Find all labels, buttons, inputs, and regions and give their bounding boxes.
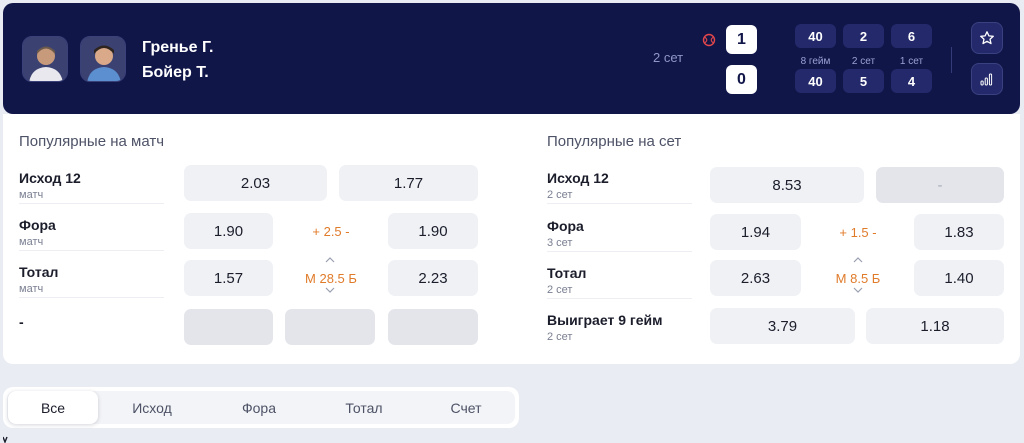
favorite-button[interactable] — [971, 22, 1003, 54]
player2-name: Бойер Т. — [142, 64, 209, 81]
market-sub: матч — [19, 283, 44, 295]
chevron-down-icon[interactable] — [325, 287, 335, 293]
market-sub: 2 сет — [547, 331, 573, 343]
odd-button[interactable]: 1.90 — [388, 213, 478, 249]
odd-button[interactable]: 2.63 — [710, 260, 801, 296]
row-divider — [547, 203, 692, 204]
market-sub: 3 сет — [547, 237, 573, 249]
odd-button[interactable]: 1.40 — [914, 260, 1004, 296]
tab-handicap[interactable]: Фора — [214, 391, 304, 424]
odd-button[interactable]: 1.90 — [184, 213, 273, 249]
set2-games-player2: 5 — [843, 69, 884, 93]
handicap-selector[interactable]: + 2.5 - — [283, 213, 379, 249]
odd-button-empty — [184, 309, 273, 345]
set-score-player1: 1 — [726, 25, 757, 54]
row-divider — [547, 251, 692, 252]
markets-panel: Популярные на матч Исход 12 матч 2.03 1.… — [3, 114, 1020, 364]
odd-button[interactable]: 3.79 — [710, 308, 855, 344]
tab-score[interactable]: Счет — [421, 391, 511, 424]
odd-button[interactable]: 1.77 — [339, 165, 478, 201]
match-header: Гренье Г. Бойер Т. 2 сет 1 0 40 8 гейм 4… — [3, 3, 1020, 114]
odd-button[interactable]: 1.83 — [914, 214, 1004, 250]
tab-outcome[interactable]: Исход — [107, 391, 197, 424]
odd-button[interactable]: 8.53 — [710, 167, 864, 203]
handicap-selector[interactable]: + 1.5 - — [811, 214, 905, 250]
game-label: 8 гейм — [800, 56, 831, 67]
set2-label: 2 сет — [851, 56, 876, 67]
market-label: Фора — [19, 217, 56, 233]
odd-button[interactable]: 2.03 — [184, 165, 327, 201]
stats-button[interactable] — [971, 63, 1003, 95]
market-label: - — [19, 314, 24, 330]
odd-button[interactable]: 1.94 — [710, 214, 801, 250]
tennis-ball-icon — [702, 33, 716, 47]
chevron-down-icon[interactable] — [853, 287, 863, 293]
star-icon — [980, 31, 994, 45]
row-divider — [547, 298, 692, 299]
tab-all[interactable]: Все — [8, 391, 98, 424]
market-label: Тотал — [547, 265, 587, 281]
set1-label: 1 сет — [899, 56, 924, 67]
player1-name: Гренье Г. — [142, 39, 214, 56]
header-divider — [951, 47, 952, 73]
odd-button-empty — [285, 309, 375, 345]
row-divider — [19, 297, 164, 298]
player1-avatar — [22, 36, 68, 82]
odd-button[interactable]: 1.57 — [184, 260, 273, 296]
market-label: Выиграет 9 гейм — [547, 312, 663, 328]
set1-games-player1: 6 — [891, 24, 932, 48]
set-score-player2: 0 — [726, 65, 757, 94]
popular-set-title: Популярные на сет — [547, 133, 682, 150]
odd-button[interactable]: 1.18 — [866, 308, 1004, 344]
market-label: Исход 12 — [547, 170, 609, 186]
game-points-player2: 40 — [795, 69, 836, 93]
odd-button-empty — [388, 309, 478, 345]
market-sub: 2 сет — [547, 284, 573, 296]
row-divider — [19, 203, 164, 204]
popular-match-title: Популярные на матч — [19, 133, 165, 150]
game-points-player1: 40 — [795, 24, 836, 48]
player2-avatar — [80, 36, 126, 82]
cropped-glyph-icon — [3, 436, 8, 443]
market-label: Фора — [547, 218, 584, 234]
market-label: Тотал — [19, 264, 59, 280]
odd-button-disabled: - — [876, 167, 1004, 203]
market-sub: матч — [19, 236, 44, 248]
market-sub: 2 сет — [547, 189, 573, 201]
signal-bars-icon — [980, 73, 993, 86]
set2-games-player1: 2 — [843, 24, 884, 48]
tab-total[interactable]: Тотал — [319, 391, 409, 424]
row-divider — [19, 250, 164, 251]
market-filter-tabs: Все Исход Фора Тотал Счет — [3, 387, 519, 428]
set1-games-player2: 4 — [891, 69, 932, 93]
market-label: Исход 12 — [19, 170, 81, 186]
market-sub: матч — [19, 189, 44, 201]
current-set-label: 2 сет — [653, 50, 684, 65]
odd-button[interactable]: 2.23 — [388, 260, 478, 296]
